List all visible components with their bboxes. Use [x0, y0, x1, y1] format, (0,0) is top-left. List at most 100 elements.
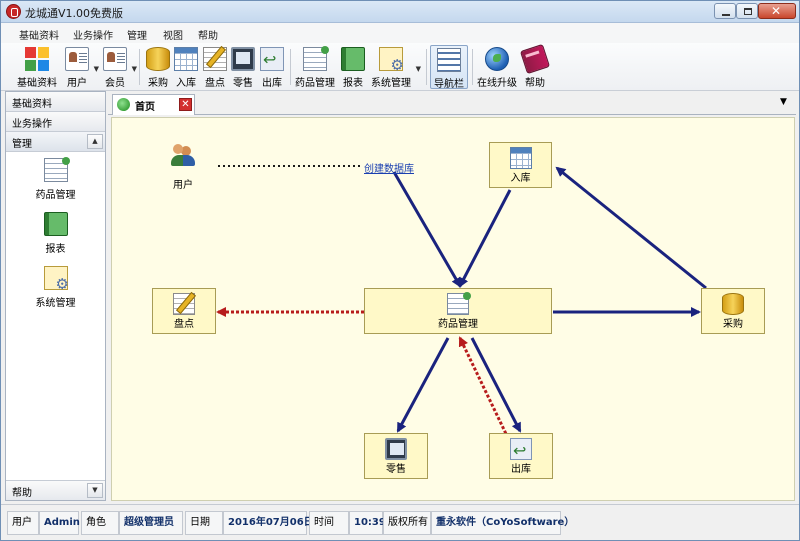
toolbar-user-button[interactable]: 用户 ▼ [63, 45, 99, 89]
minimize-button[interactable] [714, 3, 736, 19]
outbound-icon [260, 47, 284, 71]
nav-group-label: 帮助 [12, 488, 32, 499]
toolbar-member-button[interactable]: 会员 ▼ [101, 45, 137, 89]
toolbar-label: 在线升级 [477, 78, 517, 89]
flow-node-purchase[interactable]: 采购 [701, 288, 765, 334]
outbound-icon [510, 438, 532, 460]
toolbar-separator [472, 49, 473, 85]
nav-group-management[interactable]: 管理 ▲ [6, 132, 105, 152]
upgrade-icon [485, 47, 509, 71]
nav-item-label: 报表 [45, 244, 66, 255]
scroll-down-button[interactable]: ▼ [87, 483, 103, 498]
inbound-icon [509, 147, 532, 169]
status-role-value: 超级管理员 [119, 511, 183, 535]
flow-node-label: 出库 [511, 464, 531, 475]
nav-group-business[interactable]: 业务操作 [6, 112, 105, 132]
toolbar-inbound-button[interactable]: 入库 [172, 45, 200, 89]
nav-group-help[interactable]: 帮助 ▼ [6, 480, 105, 500]
toolbar-navigation-button[interactable]: 导航栏 [430, 45, 468, 90]
menu-help[interactable]: 帮助 [198, 27, 218, 42]
flow-node-drug-management[interactable]: 药品管理 [364, 288, 552, 334]
toolbar-label: 导航栏 [434, 79, 464, 90]
nav-item-system-management[interactable]: 系统管理 [6, 264, 105, 314]
toolbar-label: 系统管理 [371, 78, 411, 89]
menu-basic-data[interactable]: 基础资料 [19, 27, 59, 42]
status-date-value: 2016年07月06日 [223, 511, 314, 535]
menu-management[interactable]: 管理 [127, 27, 147, 42]
help-icon [519, 43, 551, 75]
toolbar-help-button[interactable]: 帮助 [519, 43, 551, 89]
chevron-down-icon[interactable]: ▼ [132, 65, 137, 73]
scroll-up-button[interactable]: ▲ [87, 134, 103, 149]
toolbar-label: 基础资料 [17, 78, 57, 89]
flow-node-inbound[interactable]: 入库 [489, 142, 552, 188]
toolbar: 基础资料 用户 ▼ 会员 ▼ 采购 入库 盘点 零售 ↩ 出库 药品管理 报表 … [1, 43, 799, 91]
nav-item-report[interactable]: 报表 [6, 210, 105, 260]
toolbar-label: 零售 [233, 78, 253, 89]
users-icon [171, 142, 195, 166]
toolbar-purchase-button[interactable]: 采购 [144, 45, 172, 89]
toolbar-system-management-button[interactable]: 系统管理 ▼ [369, 45, 421, 89]
status-role-label: 角色 [81, 511, 119, 535]
nav-group-basic-data[interactable]: 基础资料 [6, 92, 105, 112]
toolbar-label: 会员 [105, 78, 125, 89]
tab-label: 首页 [135, 102, 155, 113]
system-icon [44, 266, 69, 293]
nav-group-label: 管理 [12, 139, 32, 150]
window-title: 龙城通V1.00免费版 [25, 7, 124, 20]
status-copyright-value: 重永软件（CoYoSoftware） [431, 511, 574, 535]
toolbar-report-button[interactable]: 报表 [339, 45, 367, 89]
flow-node-label: 用户 [173, 180, 193, 191]
toolbar-drug-management-button[interactable]: 药品管理 [293, 45, 337, 89]
chevron-down-icon[interactable]: ▼ [94, 65, 99, 73]
status-time-label: 时间 [309, 511, 349, 535]
purchase-icon [722, 293, 744, 315]
toolbar-separator [426, 49, 427, 85]
maximize-button[interactable] [736, 3, 758, 19]
drug-icon [303, 46, 329, 71]
flow-node-label: 入库 [510, 173, 531, 184]
flow-node-outbound[interactable]: 出库 [489, 433, 553, 479]
menu-view[interactable]: 视图 [163, 27, 183, 42]
title-bar[interactable]: 龙城通V1.00免费版 ✕ [1, 1, 799, 23]
report-icon [341, 47, 365, 71]
close-window-button[interactable]: ✕ [758, 3, 796, 19]
user-card-icon [65, 47, 89, 71]
maximize-icon [744, 8, 752, 15]
nav-item-drug-management[interactable]: 药品管理 [6, 156, 105, 206]
nav-item-label: 系统管理 [35, 298, 76, 309]
toolbar-retail-button[interactable]: 零售 [229, 45, 257, 89]
menu-business[interactable]: 业务操作 [73, 27, 113, 42]
navigation-icon [437, 48, 461, 72]
flow-node-label: 采购 [723, 319, 743, 330]
close-tab-button[interactable]: ✕ [179, 98, 192, 111]
arrow-purchase-to-inbound [555, 166, 707, 290]
close-icon: ✕ [771, 4, 782, 18]
toolbar-label: 用户 [67, 78, 87, 89]
chevron-down-icon[interactable]: ▼ [416, 65, 421, 73]
member-card-icon [103, 47, 127, 71]
toolbar-label: 帮助 [525, 78, 545, 89]
flow-node-retail[interactable]: 零售 [364, 433, 428, 479]
tab-list-dropdown-icon[interactable]: ▼ [780, 97, 787, 107]
flow-user-node[interactable]: 用户 [158, 142, 208, 191]
inventory-check-icon [173, 293, 195, 315]
create-database-link[interactable]: 创建数据库 [364, 160, 414, 175]
report-icon [44, 212, 68, 236]
flow-node-label: 药品管理 [438, 319, 478, 330]
toolbar-outbound-button[interactable]: 出库 [258, 45, 286, 89]
arrow-drug-to-outbound [470, 337, 522, 433]
flow-node-inventory-check[interactable]: 盘点 [152, 288, 216, 334]
system-icon [379, 47, 404, 74]
status-user-label: 用户 [7, 511, 39, 535]
arrow-inbound-to-drug [458, 189, 512, 288]
toolbar-label: 盘点 [205, 78, 225, 89]
tab-home[interactable]: 首页 ✕ [112, 94, 195, 115]
arrow-create-to-drug [392, 171, 462, 288]
toolbar-basic-data-button[interactable]: 基础资料 [13, 45, 61, 89]
status-date-label: 日期 [185, 511, 223, 535]
toolbar-label: 采购 [148, 78, 168, 89]
app-window: 龙城通V1.00免费版 ✕ 基础资料 业务操作 管理 视图 帮助 基础资料 用户… [0, 0, 800, 541]
toolbar-online-upgrade-button[interactable]: 在线升级 [476, 45, 518, 89]
toolbar-inventory-check-button[interactable]: 盘点 [201, 45, 229, 89]
